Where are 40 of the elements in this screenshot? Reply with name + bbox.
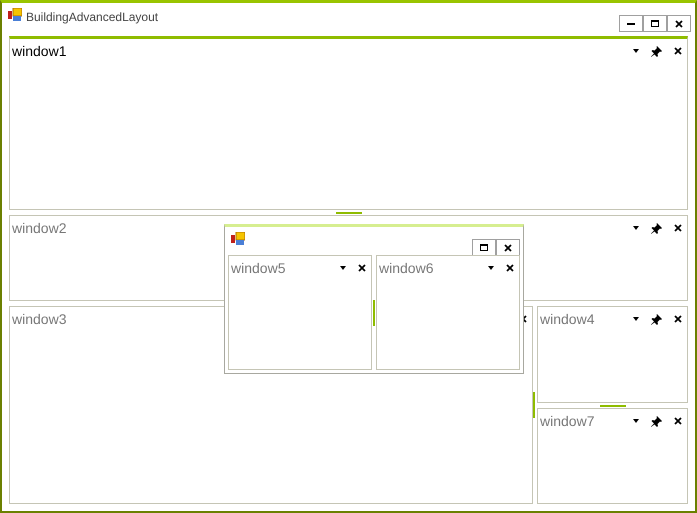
splitter-handle[interactable] xyxy=(533,392,535,418)
maximize-button[interactable] xyxy=(472,239,496,256)
dropdown-icon[interactable] xyxy=(340,266,346,270)
dropdown-icon[interactable] xyxy=(633,226,639,230)
pane-title: window6 xyxy=(379,258,434,278)
minimize-button[interactable] xyxy=(619,15,643,32)
app-icon xyxy=(231,232,245,245)
pin-icon[interactable] xyxy=(651,222,662,234)
close-icon[interactable] xyxy=(674,417,682,425)
pane-title: window1 xyxy=(12,42,66,60)
pin-icon[interactable] xyxy=(651,416,662,426)
splitter-handle[interactable] xyxy=(336,212,362,214)
pane-title: window2 xyxy=(12,218,66,238)
dropdown-icon[interactable] xyxy=(633,49,639,53)
close-button[interactable] xyxy=(496,239,520,256)
pin-icon[interactable] xyxy=(651,46,662,56)
maximize-icon xyxy=(480,244,488,251)
splitter-handle[interactable] xyxy=(373,300,375,326)
close-icon[interactable] xyxy=(674,224,682,232)
splitter-handle[interactable] xyxy=(600,404,626,406)
dropdown-icon[interactable] xyxy=(488,266,494,270)
close-icon[interactable] xyxy=(504,244,512,252)
dropdown-icon[interactable] xyxy=(633,317,639,321)
close-icon[interactable] xyxy=(506,264,514,272)
minimize-icon xyxy=(627,22,635,24)
pane-title: window7 xyxy=(540,412,594,430)
close-icon[interactable] xyxy=(674,47,682,55)
pane-title: window4 xyxy=(540,310,594,328)
close-icon[interactable] xyxy=(674,315,682,323)
maximize-icon xyxy=(651,20,659,27)
app-icon xyxy=(8,8,22,21)
maximize-button[interactable] xyxy=(643,15,667,32)
window-title: BuildingAdvancedLayout xyxy=(26,9,158,26)
pane-title: window5 xyxy=(231,258,286,278)
close-button[interactable] xyxy=(667,15,691,32)
dropdown-icon[interactable] xyxy=(633,419,639,423)
close-icon[interactable] xyxy=(675,20,683,28)
pin-icon[interactable] xyxy=(651,314,662,324)
pane-title: window3 xyxy=(12,310,66,328)
close-icon[interactable] xyxy=(358,264,366,272)
